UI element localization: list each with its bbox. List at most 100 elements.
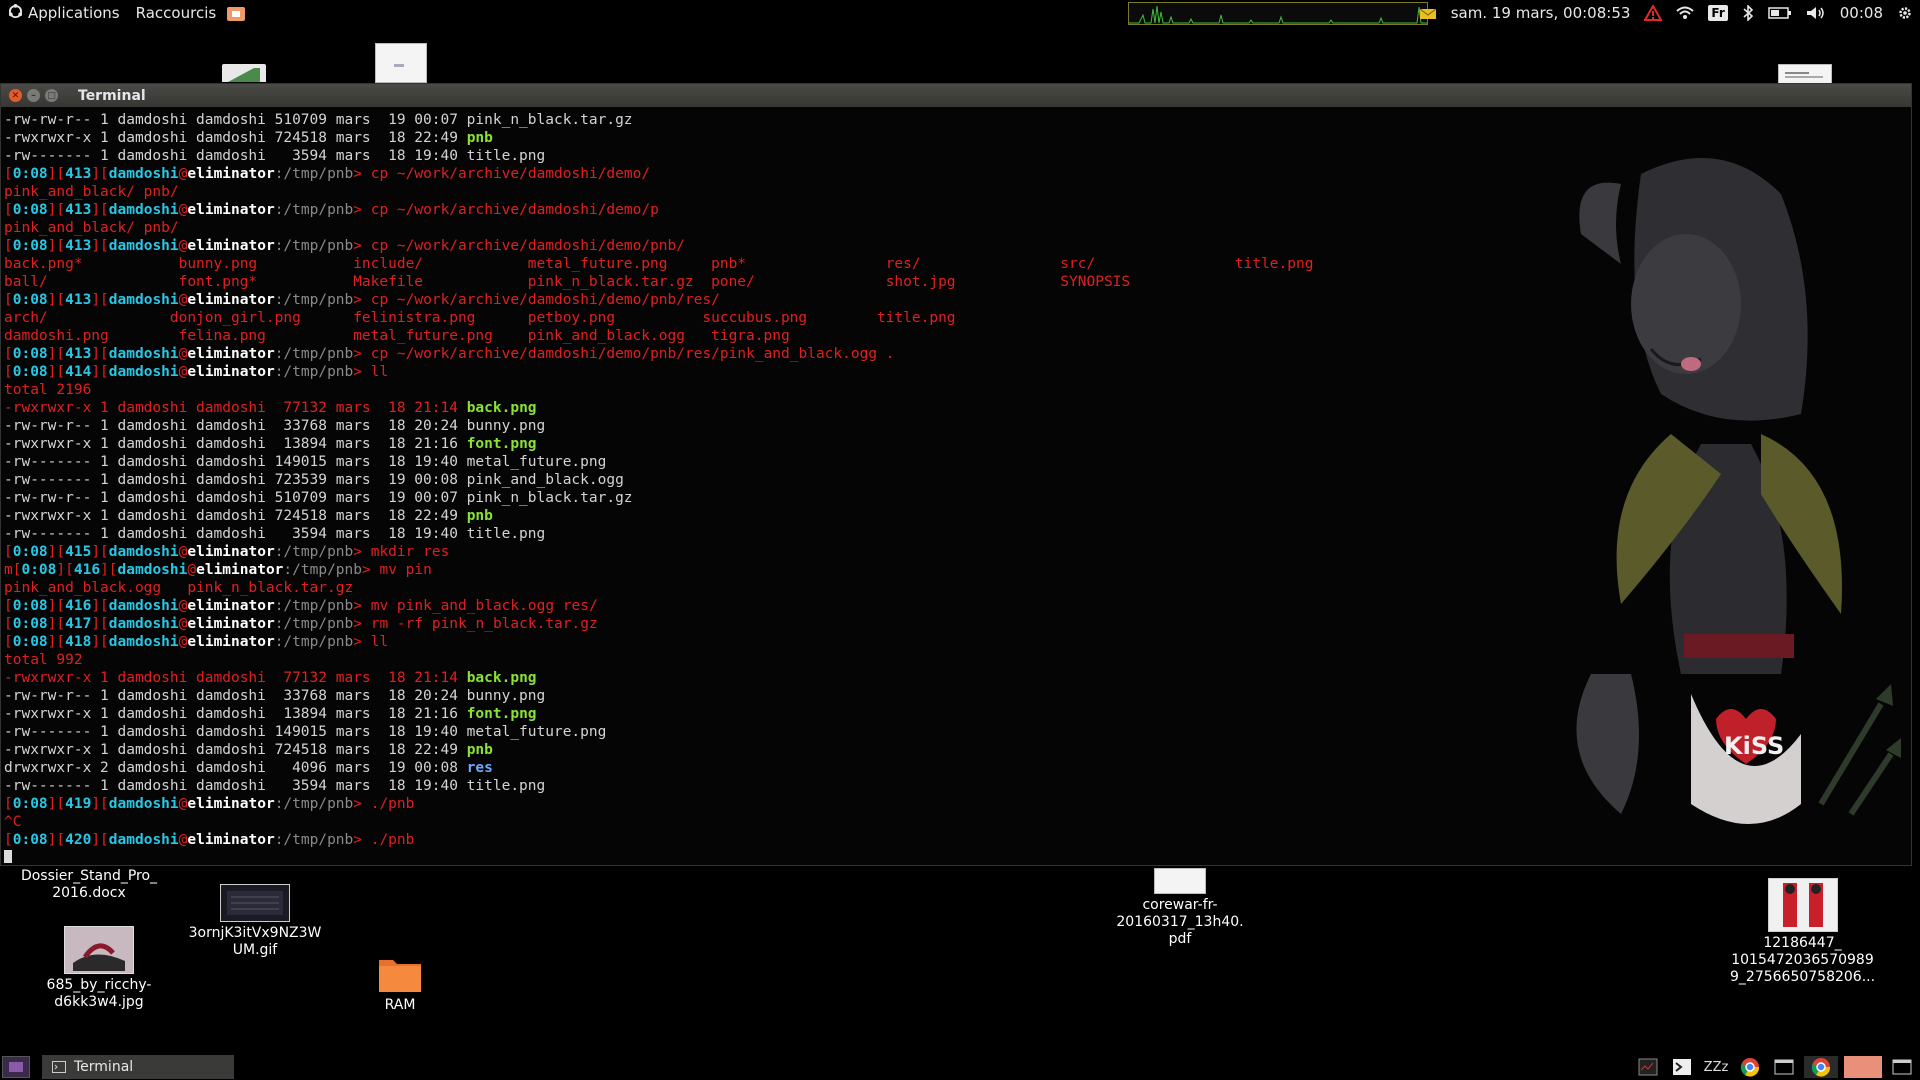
terminal-text-segment: ][ bbox=[47, 616, 66, 632]
panel-app-icon[interactable] bbox=[224, 0, 254, 26]
terminal-line: [0:08][413][damdoshi@eliminator:/tmp/pnb… bbox=[4, 291, 1904, 309]
terminal-text-segment: [ bbox=[4, 238, 13, 254]
terminal-text-segment: ][ bbox=[91, 166, 109, 182]
image-file-label: 12186447_ 1015472036570989 9_27566507582… bbox=[1730, 935, 1876, 985]
terminal-text-segment: > ll bbox=[353, 634, 389, 650]
keyboard-layout-indicator[interactable]: Fr bbox=[1701, 0, 1734, 26]
terminal-text-segment: ][ bbox=[47, 292, 66, 308]
terminal-text-segment: -rwxrwxr-x 1 damdoshi damdoshi 13894 mar… bbox=[4, 436, 467, 452]
desktop-icon-image[interactable]: 12186447_ 1015472036570989 9_27566507582… bbox=[1730, 878, 1875, 986]
terminal-line: [0:08][417][damdoshi@eliminator:/tmp/pnb… bbox=[4, 615, 1904, 633]
chrome-window-icon[interactable] bbox=[1804, 1056, 1838, 1078]
wifi-icon[interactable] bbox=[1669, 0, 1701, 26]
volume-icon[interactable] bbox=[1799, 0, 1833, 26]
terminal-text-segment: [ bbox=[4, 796, 13, 812]
image-thumbnail-icon bbox=[394, 64, 404, 67]
terminal-text-segment: :/tmp/pnb bbox=[274, 796, 354, 812]
terminal-line: arch/ donjon_girl.png felinistra.png pet… bbox=[4, 309, 1904, 327]
ubuntu-logo-icon bbox=[8, 3, 23, 23]
terminal-text-segment: [ bbox=[4, 598, 13, 614]
bluetooth-icon[interactable] bbox=[1735, 0, 1761, 26]
clock-label[interactable]: 00:08 bbox=[1833, 0, 1890, 26]
terminal-text-segment: pink_and_black/ pnb/ bbox=[4, 184, 179, 200]
terminal-text-segment: ][ bbox=[91, 616, 109, 632]
shortcuts-menu[interactable]: Raccourcis bbox=[128, 0, 225, 26]
terminal-text-segment: > cp ~/work/archive/damdoshi/demo/pnb/re… bbox=[353, 292, 720, 308]
pdf-thumbnail-icon bbox=[1154, 868, 1206, 894]
taskbar-item-terminal[interactable]: Terminal bbox=[42, 1055, 234, 1079]
desktop-icon-pdf[interactable]: corewar-fr- 20160317_13h40. pdf bbox=[1110, 868, 1250, 948]
terminal-text-segment: damdoshi bbox=[108, 598, 179, 614]
system-monitor-graph[interactable] bbox=[1128, 2, 1428, 25]
terminal-text-segment: ][ bbox=[47, 166, 66, 182]
terminal-text-segment: > mv pin bbox=[362, 562, 432, 578]
terminal-line: -rw-rw-r-- 1 damdoshi damdoshi 510709 ma… bbox=[4, 489, 1904, 507]
terminal-text-segment: 413 bbox=[65, 202, 92, 218]
workspace-switcher[interactable] bbox=[1844, 1056, 1882, 1078]
terminal-line: -rwxrwxr-x 1 damdoshi damdoshi 77132 mar… bbox=[4, 399, 1904, 417]
terminal-text-segment: eliminator bbox=[187, 364, 275, 380]
desktop-icon-gif[interactable]: 3ornjK3itVx9NZ3W UM.gif bbox=[185, 884, 325, 959]
show-desktop-button[interactable] bbox=[2, 1056, 30, 1078]
terminal-text-segment: 416 bbox=[73, 562, 101, 578]
desktop-icon-partial-2[interactable] bbox=[375, 43, 427, 83]
terminal-line: [0:08][413][damdoshi@eliminator:/tmp/pnb… bbox=[4, 201, 1904, 219]
terminal-text-segment: -rw-rw-r-- 1 damdoshi damdoshi 510709 ma… bbox=[4, 490, 633, 506]
terminal-text-segment: eliminator bbox=[187, 166, 275, 182]
minimize-icon[interactable]: – bbox=[27, 89, 40, 102]
window-icon[interactable] bbox=[1888, 1056, 1916, 1078]
datetime-label[interactable]: sam. 19 mars, 00:08:53 bbox=[1444, 0, 1638, 26]
terminal-text-segment: -rwxrwxr-x 1 damdoshi damdoshi 77132 mar… bbox=[4, 400, 467, 416]
applications-label: Applications bbox=[28, 4, 120, 22]
terminal-text-segment: > ./pnb bbox=[353, 832, 415, 848]
system-tray: sam. 19 mars, 00:08:53 Fr 00:08 bbox=[1412, 0, 1920, 26]
terminal-line: -rwxrwxr-x 1 damdoshi damdoshi 724518 ma… bbox=[4, 741, 1904, 759]
terminal-line: damdoshi.png felina.png metal_future.png… bbox=[4, 327, 1904, 345]
close-icon[interactable]: ✕ bbox=[9, 89, 22, 102]
terminal-line: [0:08][419][damdoshi@eliminator:/tmp/pnb… bbox=[4, 795, 1904, 813]
terminal-output[interactable]: -rw-rw-r-- 1 damdoshi damdoshi 510709 ma… bbox=[4, 111, 1904, 863]
applications-menu[interactable]: Applications bbox=[0, 0, 128, 26]
terminal-titlebar[interactable]: ✕ – □ Terminal bbox=[1, 84, 1911, 107]
terminal-text-segment: 417 bbox=[65, 616, 92, 632]
terminal-text-segment: damdoshi bbox=[108, 616, 179, 632]
terminal-line: -rw-rw-r-- 1 damdoshi damdoshi 33768 mar… bbox=[4, 687, 1904, 705]
desktop-icon-jpg[interactable]: 685_by_ricchy- d6kk3w4.jpg bbox=[34, 926, 164, 1011]
terminal-text-segment: font.png bbox=[466, 436, 537, 452]
terminal-text-segment: ][ bbox=[47, 634, 66, 650]
battery-icon[interactable] bbox=[1761, 0, 1799, 26]
desktop-icon-docx[interactable]: Dossier_Stand_Pro_ 2016.docx bbox=[14, 868, 164, 902]
maximize-icon[interactable]: □ bbox=[45, 89, 58, 102]
terminal-text-segment: -rwxrwxr-x 1 damdoshi damdoshi 724518 ma… bbox=[4, 742, 467, 758]
sleep-icon[interactable]: ZZz bbox=[1702, 1056, 1730, 1078]
terminal-text-segment: damdoshi bbox=[108, 166, 179, 182]
terminal-window[interactable]: ✕ – □ Terminal KiSS -rw-rw-r-- 1 damdosh… bbox=[0, 83, 1912, 866]
top-panel: Applications Raccourcis sam. 19 mars, 00… bbox=[0, 0, 1920, 26]
mail-icon[interactable] bbox=[1412, 0, 1444, 26]
desktop-icon-partial-1[interactable] bbox=[222, 64, 266, 82]
desktop-icon-ram[interactable]: RAM bbox=[360, 954, 440, 1014]
system-monitor-icon[interactable] bbox=[1634, 1056, 1662, 1078]
terminal-text-segment: :/tmp/pnb bbox=[274, 202, 354, 218]
terminal-text-segment: drwxrwxr-x 2 damdoshi damdoshi 4096 mars… bbox=[4, 760, 467, 776]
terminal-text-segment: ][ bbox=[91, 634, 109, 650]
terminal-line: -rwxrwxr-x 1 damdoshi damdoshi 724518 ma… bbox=[4, 129, 1904, 147]
warning-icon[interactable] bbox=[1637, 0, 1669, 26]
desktop-icon-partial-3[interactable] bbox=[1778, 64, 1832, 84]
terminal-launcher-icon[interactable] bbox=[1668, 1056, 1696, 1078]
terminal-text-segment: total 2196 bbox=[4, 382, 92, 398]
terminal-text-segment: damdoshi bbox=[108, 796, 179, 812]
chrome-icon[interactable] bbox=[1736, 1056, 1764, 1078]
terminal-text-segment: [ bbox=[4, 616, 13, 632]
terminal-text-segment: 420 bbox=[65, 832, 92, 848]
gear-icon[interactable] bbox=[1890, 0, 1920, 26]
terminal-text-segment: damdoshi bbox=[108, 346, 179, 362]
terminal-text-segment: @ bbox=[187, 562, 197, 578]
terminal-text-segment: 413 bbox=[65, 238, 92, 254]
shortcuts-label: Raccourcis bbox=[135, 4, 217, 22]
terminal-line: [0:08][413][damdoshi@eliminator:/tmp/pnb… bbox=[4, 237, 1904, 255]
terminal-text-segment: -rw-rw-r-- 1 damdoshi damdoshi 510709 ma… bbox=[4, 112, 633, 128]
terminal-text-segment: pink_and_black/ pnb/ bbox=[4, 220, 179, 236]
terminal-text-segment: damdoshi bbox=[108, 292, 179, 308]
window-list-icon[interactable] bbox=[1770, 1056, 1798, 1078]
